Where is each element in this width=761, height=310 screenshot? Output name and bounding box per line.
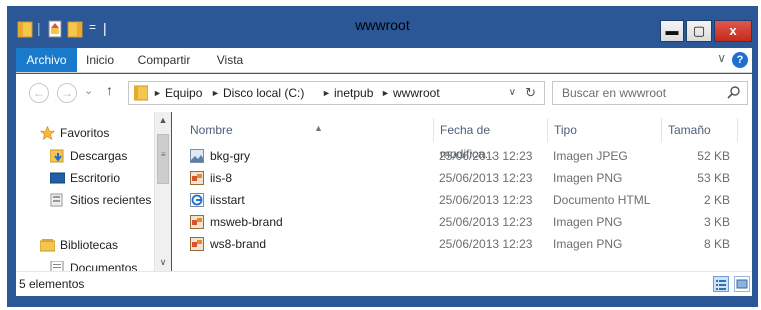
breadcrumb-inetpub[interactable]: inetpub [334,82,373,104]
png-image-icon [190,171,204,185]
file-type: Imagen PNG [553,171,623,185]
details-view-button[interactable] [713,276,729,292]
breadcrumb-disco-local[interactable]: Disco local (C:) [223,82,304,104]
search-box[interactable]: Buscar en wwwroot [552,81,748,105]
file-name: iis-8 [210,171,233,185]
sidebar-item-label: Favoritos [60,126,110,140]
file-type: Imagen JPEG [553,149,628,163]
star-icon [40,126,55,140]
large-icons-view-button[interactable] [734,276,750,292]
file-date: 25/06/2013 12:23 [439,237,533,251]
html-document-icon [190,193,204,207]
png-image-icon [190,215,204,229]
navigation-pane-scrollbar[interactable]: ▲ ≡ ∨ [154,112,171,271]
up-button[interactable]: ↑ [106,82,113,98]
search-input[interactable]: Buscar en wwwroot [562,82,666,104]
navigation-pane: Favoritos Descargas Escritorio Sitios re… [16,112,169,271]
jpeg-image-icon [190,149,204,163]
file-type: Imagen PNG [553,237,623,251]
file-name: iisstart [210,193,245,207]
address-bar[interactable]: ► Equipo ► Disco local (C:) ► inetpub ► … [128,81,545,105]
ribbon-tabs: Archivo Inicio Compartir Vista ∨ ? [16,48,752,73]
file-type: Documento HTML [553,193,651,207]
help-icon[interactable]: ? [732,52,748,68]
sidebar-item-label: Bibliotecas [60,238,119,252]
folder-icon [134,85,148,101]
sidebar-item-label: Descargas [70,149,128,163]
qat-separator-2: | [103,20,107,36]
breadcrumb-separator[interactable]: ► [322,82,331,104]
recent-locations-icon[interactable]: ⌄ [84,84,93,97]
file-name: msweb-brand [210,215,283,229]
search-icon[interactable] [727,85,741,99]
downloads-folder-icon [50,149,64,163]
title-bar[interactable]: wwwroot | = | ▬ ▢ x [7,6,758,44]
tab-vista[interactable]: Vista [210,48,250,72]
status-bar: 5 elementos [16,271,752,296]
expand-ribbon-icon[interactable]: ∨ [717,51,726,65]
file-date: 25/06/2013 12:23 [439,193,533,207]
navigation-bar: ← → ⌄ ↑ ► Equipo ► Disco local (C:) ► in… [16,74,752,112]
file-size: 53 KB [697,171,730,185]
file-date: 25/06/2013 12:23 [439,215,533,229]
tab-inicio[interactable]: Inicio [80,48,120,72]
minimize-button[interactable]: ▬ [660,20,684,42]
column-header-size[interactable]: Tamaño [662,118,738,142]
scrollbar-thumb[interactable]: ≡ [157,134,169,184]
forward-button[interactable]: → [57,83,77,103]
breadcrumb-equipo[interactable]: Equipo [165,82,202,104]
file-size: 8 KB [703,237,730,251]
sidebar-item-label: Escritorio [70,171,121,185]
column-header-type[interactable]: Tipo [548,118,662,142]
documents-icon [50,261,64,271]
file-date: 25/06/2013 12:23 [439,171,533,185]
maximize-button[interactable]: ▢ [686,20,712,42]
folder-icon[interactable] [17,20,33,38]
column-header-label: Nombre [190,123,233,137]
file-name: bkg-gry [210,149,251,163]
tab-archivo[interactable]: Archivo [16,48,77,72]
tab-compartir[interactable]: Compartir [134,48,194,72]
file-size: 3 KB [703,215,730,229]
file-list: Nombre ▲ Fecha de modifica... Tipo Tamañ… [172,112,752,271]
file-row-iis-8[interactable]: iis-8 25/06/2013 12:23 Imagen PNG 53 KB [172,167,742,189]
scrollbar-grip-icon: ≡ [161,150,166,159]
file-row-msweb-brand[interactable]: msweb-brand 25/06/2013 12:23 Imagen PNG … [172,211,742,233]
back-button[interactable]: ← [29,83,49,103]
window-title: wwwroot [355,17,410,33]
file-date: 25/06/2013 12:23 [439,149,533,163]
item-count: 5 elementos [19,277,85,291]
breadcrumb-separator[interactable]: ► [381,82,390,104]
file-row-bkg-gry[interactable]: bkg-gry 25/06/2013 12:23 Imagen JPEG 52 … [172,145,742,167]
sidebar-item-label: Documentos [70,261,138,271]
scroll-down-button[interactable]: ∨ [155,254,171,270]
new-folder-icon[interactable] [67,20,83,38]
desktop-icon [50,172,65,184]
address-dropdown-icon[interactable]: ∨ [509,82,516,104]
qat-separator: | [37,20,41,36]
qat-dropdown-icon[interactable]: = [89,20,96,34]
large-icons-view-icon [736,279,748,289]
file-size: 52 KB [697,149,730,163]
breadcrumb-separator[interactable]: ► [153,82,162,104]
details-view-icon [716,280,726,290]
sort-ascending-icon: ▲ [314,123,323,133]
png-image-icon [190,237,204,251]
file-type: Imagen PNG [553,215,623,229]
file-row-ws8-brand[interactable]: ws8-brand 25/06/2013 12:23 Imagen PNG 8 … [172,233,742,255]
column-header-date[interactable]: Fecha de modifica... [434,118,548,161]
breadcrumb-wwwroot[interactable]: wwwroot [393,82,440,104]
libraries-icon [40,239,55,252]
refresh-icon[interactable]: ↻ [525,82,536,104]
scroll-up-button[interactable]: ▲ [155,112,171,128]
properties-icon[interactable] [47,20,63,38]
column-header-name[interactable]: Nombre ▲ [184,118,434,142]
recent-places-icon [50,193,63,207]
file-name: ws8-brand [210,237,267,251]
close-button[interactable]: x [714,20,752,42]
breadcrumb-separator[interactable]: ► [211,82,220,104]
file-row-iisstart[interactable]: iisstart 25/06/2013 12:23 Documento HTML… [172,189,742,211]
sidebar-item-label: Sitios recientes [70,193,152,207]
file-size: 2 KB [703,193,730,207]
